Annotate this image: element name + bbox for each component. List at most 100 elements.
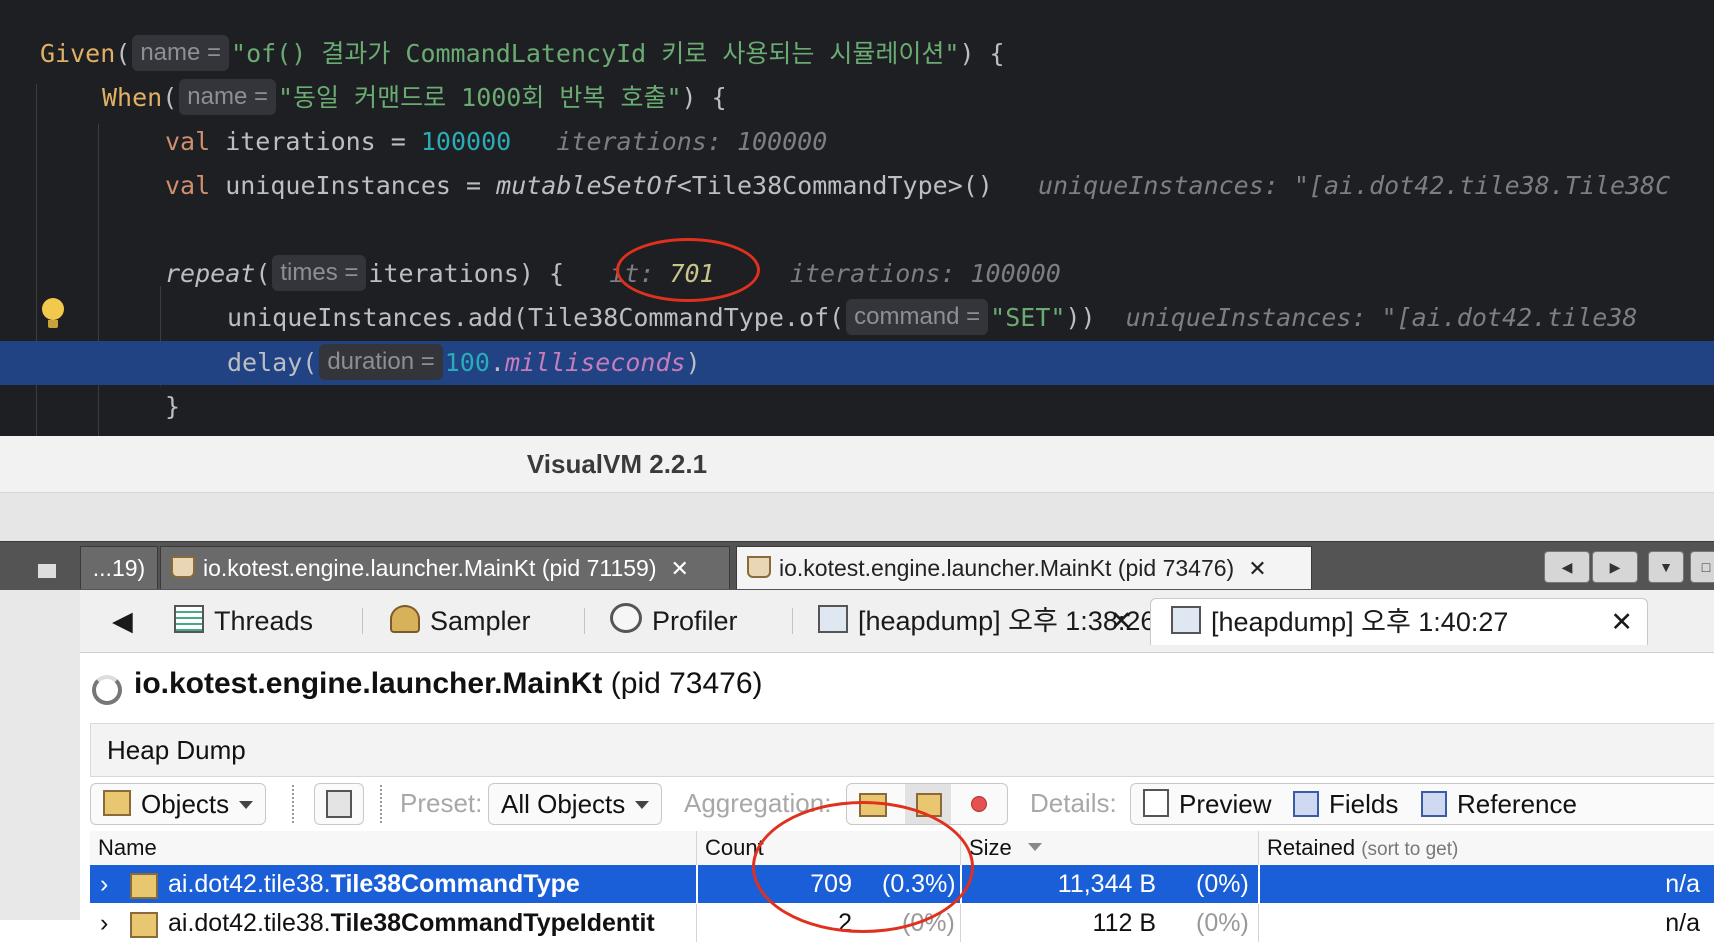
fields-icon (1293, 791, 1319, 817)
annotation-circle-it (616, 238, 760, 302)
left-side-strip (0, 562, 81, 920)
window-title: VisualVM 2.2.1 (526, 449, 708, 479)
tab-threads[interactable]: Threads (174, 598, 313, 644)
scroll-tabs-right-button[interactable]: ▶ (1592, 551, 1638, 583)
view-tab-bar: ◀ Threads Sampler Profiler [heapdump] 오후… (80, 590, 1714, 653)
code-line-when[interactable]: When(name = "동일 커맨드로 1000회 반복 호출") { (102, 76, 727, 120)
param-hint: duration = (319, 344, 443, 380)
column-size[interactable]: Size (960, 831, 1255, 865)
indent-guide (98, 124, 99, 436)
maximize-button[interactable]: □ (1690, 551, 1714, 583)
chevron-down-icon (239, 801, 254, 809)
debug-inline-value: uniqueInstances: "[ai.dot42.tile38.Tile3… (1038, 171, 1671, 200)
tab-list-dropdown-button[interactable]: ▼ (1648, 551, 1684, 583)
tab-sampler[interactable]: Sampler (390, 598, 531, 644)
sampler-icon (390, 605, 420, 633)
java-cup-icon (747, 556, 771, 578)
references-icon (1421, 791, 1447, 817)
lightbulb-base (48, 320, 58, 328)
references-toggle[interactable]: Reference (1421, 784, 1577, 824)
param-hint: command = (846, 299, 989, 335)
heapdump-content: io.kotest.engine.launcher.MainKt (pid 73… (80, 653, 1714, 942)
close-tab-icon[interactable]: ✕ (1610, 599, 1633, 645)
app-tab-pid-71159[interactable]: io.kotest.engine.launcher.MainKt (pid 71… (160, 546, 730, 589)
compute-retained-button[interactable] (314, 783, 364, 825)
sort-descending-icon (1027, 843, 1042, 851)
tab-separator (584, 608, 585, 634)
instances-icon[interactable] (971, 796, 987, 812)
back-arrow-icon[interactable]: ◀ (112, 598, 133, 644)
details-toggle-group: Preview Fields Reference (1130, 783, 1714, 825)
expand-row-icon[interactable]: › (100, 904, 108, 942)
tab-profiler[interactable]: Profiler (610, 598, 738, 644)
toolbar-separator (292, 785, 294, 823)
toolbar-separator (380, 785, 382, 823)
close-tab-icon[interactable]: ✕ (1248, 548, 1266, 589)
size-percent: (0%) (1196, 909, 1249, 937)
expand-row-icon[interactable]: › (100, 865, 108, 903)
fields-toggle[interactable]: Fields (1293, 784, 1398, 824)
details-label: Details: (1030, 788, 1117, 818)
param-hint: name = (132, 35, 230, 71)
code-line-close-brace[interactable]: } (165, 385, 180, 429)
debug-inline-value: uniqueInstances: "[ai.dot42.tile38 (1125, 303, 1638, 332)
class-name: ai.dot42.tile38.Tile38CommandTypeIdentit (168, 909, 655, 937)
chevron-down-icon (635, 801, 650, 809)
preview-icon (1143, 789, 1169, 817)
class-name: ai.dot42.tile38.Tile38CommandType (168, 870, 580, 898)
heap-dump-panel-header: Heap Dump (90, 723, 1714, 777)
size-value: 11,344 B (1057, 870, 1156, 898)
application-tab-bar: ...19) io.kotest.engine.launcher.MainKt … (0, 541, 1714, 590)
debug-inline-value: iterations: 100000 (556, 127, 828, 156)
window-titlebar: VisualVM 2.2.1 (0, 436, 1714, 493)
column-divider (696, 904, 697, 942)
preset-label: Preset: (400, 788, 483, 818)
java-cup-icon (171, 556, 195, 578)
class-icon (130, 873, 158, 899)
class-icon (130, 912, 158, 938)
code-line-delay[interactable]: delay(duration = 100.milliseconds) (227, 341, 701, 385)
retained-value: n/a (1665, 870, 1700, 898)
code-line-iterations[interactable]: val iterations = 100000 iterations: 1000… (165, 120, 827, 164)
tab-separator (792, 608, 793, 634)
column-divider (1258, 865, 1260, 903)
tab-heapdump-2[interactable]: [heapdump] 오후 1:40:27 ✕ (1150, 598, 1648, 645)
retained-value: n/a (1665, 909, 1700, 937)
threads-icon (174, 605, 204, 633)
preset-dropdown[interactable]: All Objects (488, 783, 663, 825)
column-name[interactable]: Name (90, 831, 157, 865)
minimize-panel-icon[interactable] (36, 562, 58, 580)
size-percent: (0%) (1196, 870, 1249, 898)
lightbulb-icon[interactable] (42, 298, 64, 320)
objects-icon (103, 790, 131, 816)
column-divider (1258, 904, 1259, 942)
annotation-circle-count (752, 801, 974, 933)
code-line-repeat[interactable]: repeat(times = iterations) { it: 701 iter… (165, 252, 1061, 296)
code-line-given[interactable]: Given(name = "of() 결과가 CommandLatencyId 키… (40, 32, 1005, 76)
objects-view-dropdown[interactable]: Objects (90, 783, 267, 825)
tab-heapdump-1[interactable]: [heapdump] 오후 1:38:26 (818, 598, 1155, 644)
code-line-add[interactable]: uniqueInstances.add(Tile38CommandType.of… (227, 296, 1637, 340)
close-tab-icon[interactable]: ✕ (1110, 598, 1133, 644)
size-value: 112 B (1092, 909, 1156, 937)
debug-inline-value: iterations: 100000 (789, 259, 1061, 288)
heapdump-icon (1171, 606, 1201, 634)
calculator-icon (326, 790, 352, 818)
loading-spinner-icon (92, 675, 122, 705)
preview-toggle[interactable]: Preview (1143, 784, 1271, 824)
tab-separator (362, 608, 363, 634)
column-divider (960, 904, 961, 942)
code-line-unique-instances[interactable]: val uniqueInstances = mutableSetOf<Tile3… (165, 164, 1670, 208)
code-editor[interactable]: Given(name = "of() 결과가 CommandLatencyId 키… (0, 0, 1714, 436)
scroll-tabs-left-button[interactable]: ◀ (1544, 551, 1590, 583)
column-retained[interactable]: Retained (sort to get) (1258, 831, 1714, 865)
close-tab-icon[interactable]: ✕ (670, 548, 688, 589)
param-hint: times = (272, 255, 367, 291)
application-title: io.kotest.engine.launcher.MainKt (pid 73… (134, 667, 763, 700)
app-tab-pid-73476[interactable]: io.kotest.engine.launcher.MainKt (pid 73… (736, 546, 1312, 589)
clock-icon (610, 603, 642, 633)
heap-dump-label: Heap Dump (107, 735, 246, 765)
window-toolbar-area (0, 493, 1714, 541)
app-tab-overflow[interactable]: ...19) (80, 546, 158, 589)
column-divider (696, 865, 698, 903)
